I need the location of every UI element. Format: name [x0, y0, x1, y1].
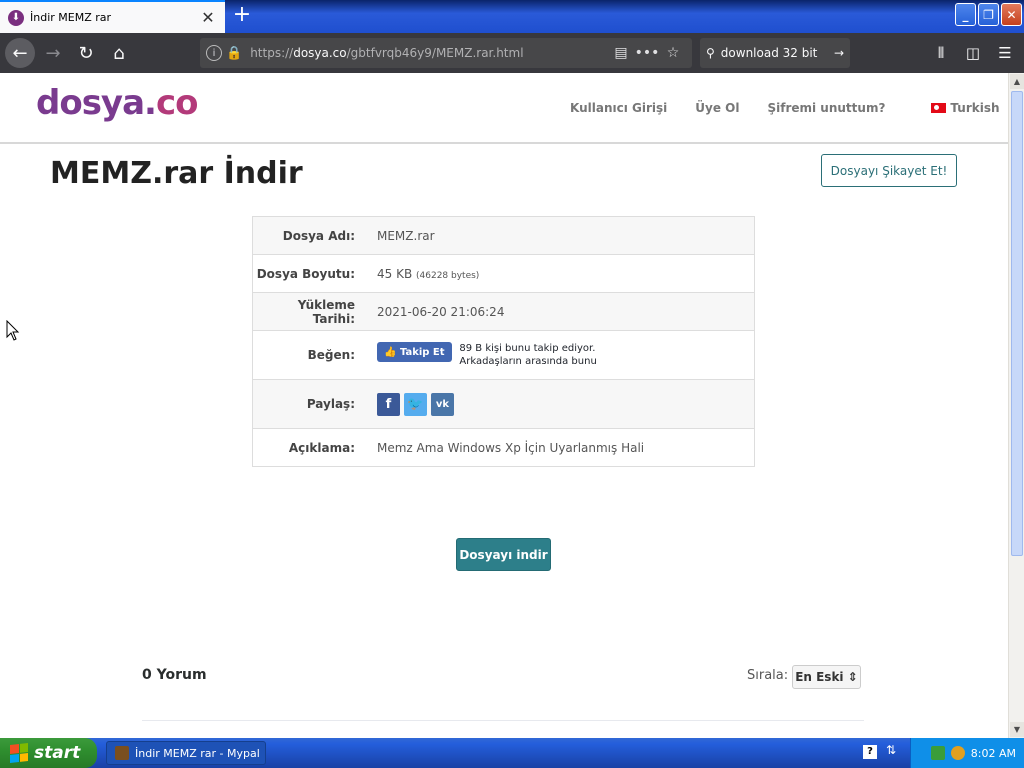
home-icon[interactable]: ⌂	[104, 38, 134, 68]
sidebar-icon[interactable]: ◫	[960, 38, 986, 68]
upload-date-value: 2021-06-20 21:06:24	[377, 304, 505, 319]
toolbar-right: ⫴ ◫ ☰	[928, 38, 1018, 68]
turkey-flag-icon	[931, 103, 947, 113]
scroll-down-arrow-icon[interactable]: ▼	[1010, 722, 1024, 737]
language-selector[interactable]: Turkish	[931, 101, 1008, 115]
network-icon[interactable]: ⇅	[886, 743, 896, 757]
table-row: Dosya Adı: MEMZ.rar	[253, 217, 754, 255]
scroll-thumb[interactable]	[1011, 91, 1023, 556]
nav-register-link[interactable]: Üye Ol	[695, 101, 739, 115]
browser-titlebar: ⬇ İndir MEMZ rar ✕ + _ ❐ ✕	[0, 0, 1024, 33]
search-icon: ⚲	[706, 46, 715, 60]
reader-view-icon[interactable]: ▤	[608, 45, 634, 61]
clock[interactable]: 8:02 AM	[971, 747, 1016, 760]
share-buttons: f 🐦 vk	[365, 392, 454, 416]
report-file-button[interactable]: Dosyayı Şikayet Et!	[821, 154, 957, 187]
description-label: Açıklama:	[288, 440, 355, 455]
browser-toolbar: ← → ↻ ⌂ i 🔒 https://dosya.co/gbtfvrqb46y…	[0, 33, 1024, 73]
upload-date-label: Yükleme Tarihi:	[297, 297, 355, 326]
file-info-table: Dosya Adı: MEMZ.rar Dosya Boyutu: 45 KB …	[252, 216, 755, 467]
facebook-follow-text: 89 B kişi bunu takip ediyor. Arkadaşların…	[459, 343, 597, 367]
site-logo[interactable]: dosya.co	[36, 83, 198, 123]
new-tab-icon[interactable]: +	[230, 4, 254, 28]
nav-login-link[interactable]: Kullanıcı Girişi	[570, 101, 667, 115]
tray-search-icon[interactable]	[950, 746, 965, 760]
comments-count: 0 Yorum	[142, 667, 207, 683]
info-icon[interactable]: i	[206, 45, 222, 61]
site-nav: Kullanıcı Girişi Üye Ol Şifremi unuttum?…	[570, 101, 1008, 115]
share-label: Paylaş:	[306, 397, 355, 411]
comments-divider	[142, 720, 864, 721]
menu-icon[interactable]: ☰	[992, 38, 1018, 68]
table-row: Açıklama: Memz Ama Windows Xp İçin Uyarl…	[253, 429, 754, 466]
dosya-favicon-icon: ⬇	[8, 9, 24, 26]
reload-icon[interactable]: ↻	[71, 38, 101, 68]
vertical-scrollbar[interactable]: ▲ ▼	[1008, 73, 1024, 738]
twitter-share-icon[interactable]: 🐦	[404, 392, 427, 416]
system-tray: 8:02 AM	[910, 738, 1024, 768]
facebook-follow-button[interactable]: 👍 Takip Et	[377, 342, 452, 362]
table-row: Paylaş: f 🐦 vk	[253, 380, 754, 429]
page-viewport: dosya.co Kullanıcı Girişi Üye Ol Şifremi…	[0, 73, 1008, 738]
restore-button[interactable]: ❐	[978, 3, 999, 26]
tray-shield-icon[interactable]	[930, 746, 945, 760]
page-title: MEMZ.rar İndir	[50, 156, 303, 191]
file-size-value: 45 KB (46228 bytes)	[377, 266, 480, 281]
tab-close-icon[interactable]: ✕	[199, 8, 217, 27]
file-name-value: MEMZ.rar	[377, 228, 435, 243]
search-input[interactable]: download 32 bit	[721, 46, 834, 60]
file-size-label: Dosya Boyutu:	[256, 266, 355, 281]
back-arrow-icon[interactable]: ←	[5, 38, 35, 68]
url-text[interactable]: https://dosya.co/gbtfvrqb46y9/MEMZ.rar.h…	[250, 46, 608, 60]
page-actions-icon[interactable]: •••	[634, 45, 660, 61]
sort-label: Sırala:	[747, 668, 789, 683]
table-row: Dosya Boyutu: 45 KB (46228 bytes)	[253, 255, 754, 293]
scroll-up-arrow-icon[interactable]: ▲	[1010, 74, 1024, 89]
search-bar[interactable]: ⚲ download 32 bit →	[700, 38, 850, 68]
url-bar[interactable]: i 🔒 https://dosya.co/gbtfvrqb46y9/MEMZ.r…	[200, 38, 692, 68]
bookmark-star-icon[interactable]: ☆	[660, 45, 686, 61]
window-close-button[interactable]: ✕	[1001, 3, 1022, 26]
sort-chevron-icon: ⇕	[847, 670, 858, 684]
library-icon[interactable]: ⫴	[928, 38, 954, 68]
description-value: Memz Ama Windows Xp İçin Uyarlanmış Hali	[377, 440, 645, 455]
thumbs-up-icon: 👍	[384, 346, 400, 358]
vk-share-icon[interactable]: vk	[431, 392, 454, 416]
site-header: dosya.co Kullanıcı Girişi Üye Ol Şifremi…	[0, 73, 1008, 144]
sort-select[interactable]: En Eski ⇕	[792, 665, 861, 689]
mouse-cursor-icon	[6, 320, 20, 341]
start-button[interactable]: start	[0, 738, 97, 768]
facebook-widget: 👍 Takip Et 89 B kişi bunu takip ediyor. A…	[365, 342, 597, 368]
help-icon[interactable]: ?	[863, 745, 877, 759]
minimize-button[interactable]: _	[955, 3, 976, 26]
window-controls: _ ❐ ✕	[955, 3, 1022, 26]
search-go-arrow-icon[interactable]: →	[834, 46, 844, 60]
table-row: Beğen: 👍 Takip Et 89 B kişi bunu takip e…	[253, 331, 754, 380]
windows-logo-icon	[10, 743, 28, 763]
table-row: Yükleme Tarihi: 2021-06-20 21:06:24	[253, 293, 754, 331]
taskbar-item-mypal[interactable]: İndir MEMZ rar - Mypal	[106, 741, 266, 765]
facebook-share-icon[interactable]: f	[377, 392, 400, 416]
browser-tab[interactable]: ⬇ İndir MEMZ rar ✕	[0, 0, 225, 33]
file-name-label: Dosya Adı:	[282, 228, 355, 243]
tab-title: İndir MEMZ rar	[30, 11, 112, 24]
nav-forgot-password-link[interactable]: Şifremi unuttum?	[767, 101, 885, 115]
forward-arrow-icon[interactable]: →	[38, 38, 68, 68]
like-label: Beğen:	[307, 348, 355, 362]
download-file-button[interactable]: Dosyayı indir	[456, 538, 551, 571]
mypal-app-icon	[115, 746, 129, 760]
lock-icon: 🔒	[226, 45, 243, 61]
